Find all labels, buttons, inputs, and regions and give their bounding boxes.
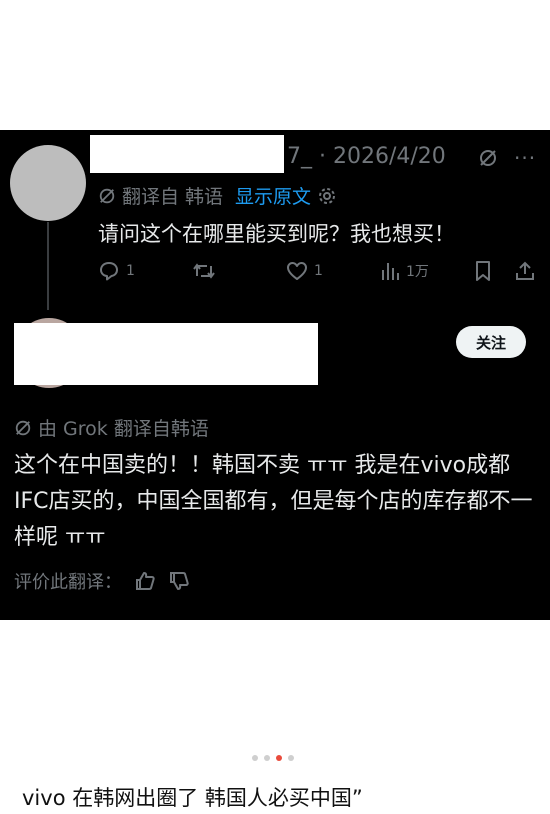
follow-button[interactable]: 关注 — [456, 326, 526, 358]
repost-button[interactable] — [192, 260, 216, 282]
show-original-link[interactable]: 显示原文 — [235, 182, 311, 209]
rate-translation-row: 评价此翻译： — [14, 568, 190, 594]
thread-line — [47, 222, 49, 310]
grok-translation-label-row: 由 Grok 翻译自韩语 — [14, 414, 209, 441]
bookmark-icon — [476, 261, 490, 281]
reply-text: 请问这个在哪里能买到呢？我也想买！ — [98, 222, 455, 246]
username-redaction — [14, 323, 318, 385]
share-button[interactable] — [514, 260, 536, 282]
thumbs-up-icon[interactable] — [134, 570, 156, 592]
carousel-dot[interactable] — [252, 755, 258, 761]
avatar[interactable] — [10, 145, 86, 221]
rate-translation-label: 评价此翻译： — [14, 572, 122, 593]
screenshot-card: 7_ · 2026/4/20 ··· 翻译自 韩语 显示原文 请问这个在哪里能买… — [0, 130, 550, 620]
post-caption: vivo 在韩网出圈了 韩国人必买中国” — [22, 786, 363, 810]
settings-icon[interactable] — [317, 186, 337, 206]
view-count: 1万 — [406, 264, 429, 280]
share-icon — [516, 261, 534, 280]
thumbs-down-icon[interactable] — [168, 570, 190, 592]
action-bar: 1 1 1万 — [98, 260, 538, 286]
like-icon — [287, 262, 307, 280]
carousel-dot[interactable] — [264, 755, 270, 761]
like-button[interactable]: 1 — [286, 260, 323, 282]
grok-translation-label: 由 Grok 翻译自韩语 — [38, 418, 209, 440]
translation-row: 翻译自 韩语 显示原文 — [98, 182, 337, 209]
username-redaction — [90, 135, 284, 173]
translate-icon — [99, 188, 115, 203]
more-icon[interactable]: ··· — [514, 146, 536, 170]
reply-button[interactable]: 1 — [98, 260, 135, 282]
reply-icon — [100, 262, 118, 281]
grok-icon — [15, 420, 31, 435]
grok-icon[interactable] — [478, 148, 498, 168]
views-icon — [382, 263, 399, 280]
views-button[interactable]: 1万 — [380, 260, 429, 282]
username-suffix: 7_ — [287, 144, 312, 169]
reply-count: 1 — [126, 263, 135, 279]
carousel-indicator — [252, 755, 294, 761]
bookmark-button[interactable] — [473, 260, 493, 282]
translated-from-label: 翻译自 韩语 — [122, 186, 224, 208]
caption-fade — [380, 780, 540, 810]
like-count: 1 — [314, 263, 323, 279]
post-date: · 2026/4/20 — [319, 144, 446, 169]
carousel-dot[interactable] — [288, 755, 294, 761]
post-header-icons: ··· — [478, 146, 538, 172]
repost-icon — [193, 263, 215, 279]
reply-meta: 7_ · 2026/4/20 — [287, 144, 446, 169]
carousel-dot-active[interactable] — [276, 755, 282, 761]
reply-text: 这个在中国卖的！！韩国不卖 ㅠㅠ 我是在vivo成都IFC店买的，中国全国都有，… — [14, 453, 533, 550]
